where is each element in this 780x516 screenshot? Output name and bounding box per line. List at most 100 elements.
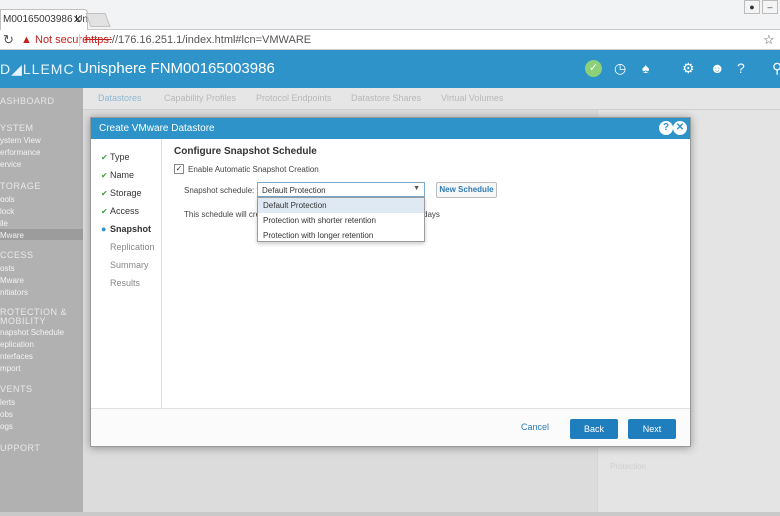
step-name[interactable]: ✔ Name xyxy=(101,170,134,180)
nav-item[interactable]: ervice xyxy=(0,160,21,169)
section-title: Configure Snapshot Schedule xyxy=(174,146,317,157)
user-icon[interactable]: ● xyxy=(744,0,760,14)
step-label: Access xyxy=(110,206,140,216)
address-bar: ↻ ▲ Not secure https://176.16.251.1/inde… xyxy=(0,30,780,50)
nav-item[interactable]: mport xyxy=(0,364,20,373)
new-tab-button[interactable] xyxy=(85,13,111,27)
schedule-info-tail: days xyxy=(423,210,440,219)
step-snapshot[interactable]: ● Snapshot xyxy=(101,224,151,234)
gear-icon[interactable]: ⚙ xyxy=(682,60,695,77)
tab-datastore-shares[interactable]: Datastore Shares xyxy=(351,93,421,103)
schedule-info-text: This schedule will creat xyxy=(184,210,267,219)
browser-tab[interactable]: M00165003986 Unisp ✕ xyxy=(0,9,88,31)
user-icon[interactable]: ☻ xyxy=(710,60,725,76)
help-icon[interactable]: ? xyxy=(737,60,745,76)
nav-item[interactable]: erformance xyxy=(0,148,40,157)
browser-tabbar: M00165003986 Unisp ✕ ● – xyxy=(0,0,780,31)
step-label: Name xyxy=(110,170,135,180)
warning-icon[interactable]: ▲ xyxy=(21,34,32,46)
nav-item-active[interactable]: Mware xyxy=(0,231,24,240)
nav-item[interactable]: eplication xyxy=(0,340,34,349)
nav-item[interactable]: lock xyxy=(0,207,14,216)
app-title: Unisphere FNM00165003986 xyxy=(78,60,275,77)
chevron-down-icon: ▼ xyxy=(413,185,420,192)
tab-capability-profiles[interactable]: Capability Profiles xyxy=(164,93,236,103)
nav-item[interactable]: ogs xyxy=(0,422,13,431)
help-icon[interactable]: ? xyxy=(659,121,673,135)
url-field[interactable]: https://176.16.251.1/index.html#lcn=VMWA… xyxy=(85,34,311,46)
current-step-dot-icon: ● xyxy=(101,224,107,234)
step-access[interactable]: ✔ Access xyxy=(101,206,139,216)
schedule-dropdown: Default Protection Protection with short… xyxy=(257,197,425,242)
create-datastore-dialog: Create VMware Datastore ? ✕ ✔ Type ✔ Name … xyxy=(90,117,691,447)
nav-item[interactable]: ile xyxy=(0,219,8,228)
step-label: Snapshot xyxy=(110,224,152,234)
window-bottom-edge xyxy=(0,512,780,516)
nav-item[interactable]: napshot Schedule xyxy=(0,328,64,337)
step-replication: Replication xyxy=(110,242,155,252)
step-label: Type xyxy=(110,152,130,162)
enable-snapshot-label[interactable]: Enable Automatic Snapshot Creation xyxy=(188,165,319,174)
close-icon[interactable]: ✕ xyxy=(673,121,687,135)
url-scheme: https: xyxy=(85,34,112,46)
step-label: Storage xyxy=(110,188,142,198)
minimize-icon[interactable]: – xyxy=(762,0,778,14)
dialog-title: Create VMware Datastore xyxy=(99,123,215,134)
not-secure-label[interactable]: Not secure xyxy=(35,34,88,46)
nav-item[interactable]: osts xyxy=(0,264,15,273)
details-label: Protection xyxy=(610,462,647,471)
step-results: Results xyxy=(110,278,141,288)
dell-emc-logo: D◢LLEMC xyxy=(0,61,75,77)
dropdown-option-default[interactable]: Default Protection xyxy=(258,198,424,213)
nav-item[interactable]: lerts xyxy=(0,398,15,407)
schedule-label-text: Snapshot schedule: xyxy=(184,186,255,195)
dialog-header: Create VMware Datastore ? ✕ xyxy=(91,118,690,139)
back-button[interactable]: Back xyxy=(570,419,618,439)
dialog-footer: Cancel Back Next xyxy=(91,408,690,446)
nav-support[interactable]: UPPORT xyxy=(0,443,40,453)
close-icon[interactable]: ✕ xyxy=(73,13,82,26)
url-rest: //176.16.251.1/index.html#lcn=VMWARE xyxy=(111,34,312,46)
enable-snapshot-checkbox[interactable]: ✓ xyxy=(174,164,184,174)
next-button[interactable]: Next xyxy=(628,419,676,439)
tab-virtual-volumes[interactable]: Virtual Volumes xyxy=(441,93,503,103)
check-icon: ✔ xyxy=(101,153,108,162)
check-icon: ✔ xyxy=(101,207,108,216)
nav-storage[interactable]: TORAGE xyxy=(0,181,41,191)
tab-datastores[interactable]: Datastores xyxy=(98,93,142,103)
step-summary: Summary xyxy=(110,260,149,270)
nav-system[interactable]: YSTEM xyxy=(0,123,34,133)
bookmark-star-icon[interactable]: ☆ xyxy=(763,32,775,48)
nav-access[interactable]: CCESS xyxy=(0,250,34,260)
nav-item[interactable]: Mware xyxy=(0,276,24,285)
nav-item[interactable]: nterfaces xyxy=(0,352,33,361)
cancel-button[interactable]: Cancel xyxy=(521,422,549,432)
nav-protection-2[interactable]: MOBILITY xyxy=(0,316,46,326)
tab-protocol-endpoints[interactable]: Protocol Endpoints xyxy=(256,93,332,103)
nav-dashboard[interactable]: ASHBOARD xyxy=(0,96,55,106)
address-divider xyxy=(79,34,80,46)
check-icon: ✔ xyxy=(101,171,108,180)
schedule-select-value: Default Protection xyxy=(262,186,326,195)
nav-item[interactable]: ystem View xyxy=(0,136,41,145)
nav-item[interactable]: obs xyxy=(0,410,13,419)
step-type[interactable]: ✔ Type xyxy=(101,152,130,162)
nav-item[interactable]: nitiators xyxy=(0,288,28,297)
new-schedule-button[interactable]: New Schedule xyxy=(436,182,497,198)
wizard-steps: ✔ Type ✔ Name ✔ Storage ✔ Access ● Snapshot R… xyxy=(91,139,162,408)
reload-icon[interactable]: ↻ xyxy=(3,32,14,48)
dropdown-option-shorter[interactable]: Protection with shorter retention xyxy=(258,213,424,228)
system-ok-icon[interactable]: ✓ xyxy=(585,60,602,77)
subtabs: Datastores Capability Profiles Protocol … xyxy=(83,88,780,110)
nav-item[interactable]: ools xyxy=(0,195,15,204)
dialog-content: Configure Snapshot Schedule ✓ Enable Aut… xyxy=(162,139,690,408)
history-icon[interactable]: ◷ xyxy=(614,60,626,77)
search-icon[interactable]: ⚲ xyxy=(772,60,780,77)
nav-events[interactable]: VENTS xyxy=(0,384,33,394)
alerts-bell-icon[interactable]: ♠ xyxy=(642,60,649,76)
app-header: D◢LLEMC Unisphere FNM00165003986 ✓ ◷ ♠ ⚙… xyxy=(0,50,780,88)
check-icon: ✔ xyxy=(101,189,108,198)
dropdown-option-longer[interactable]: Protection with longer retention xyxy=(258,228,424,243)
schedule-select[interactable]: Default Protection ▼ xyxy=(257,182,425,197)
step-storage[interactable]: ✔ Storage xyxy=(101,188,142,198)
